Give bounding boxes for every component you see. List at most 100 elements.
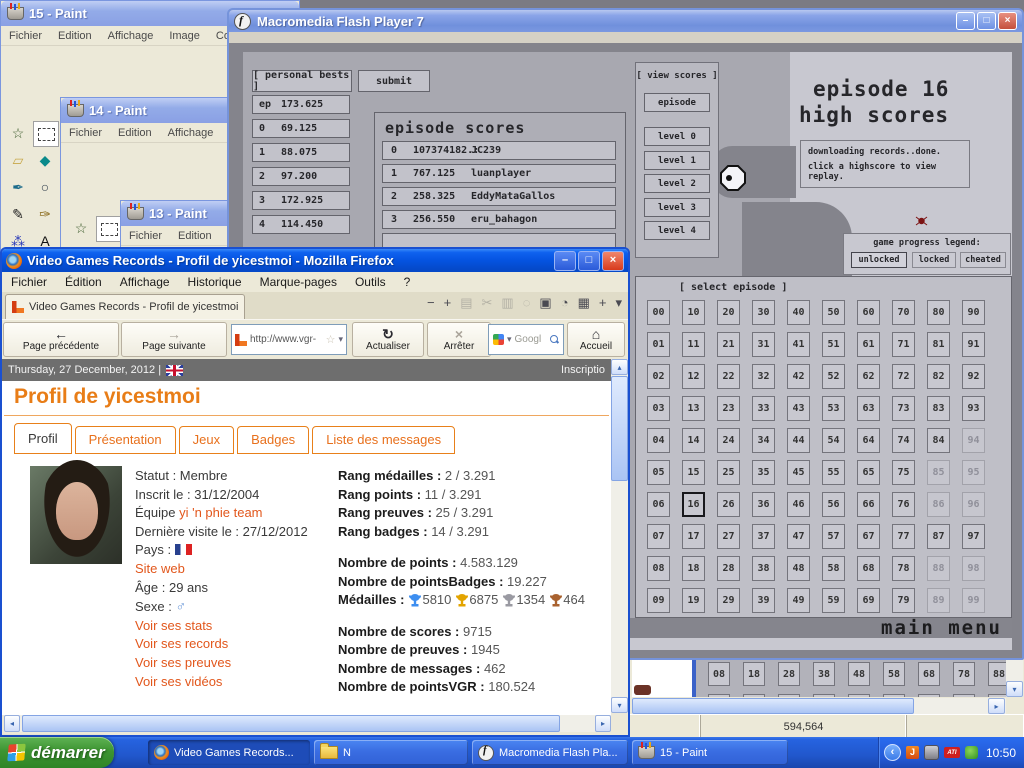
menu-item-edition[interactable]: Edition (110, 127, 160, 139)
menu-item-affichage[interactable]: Affichage (100, 30, 162, 42)
episode-button-09[interactable]: 09 (647, 588, 670, 613)
main-menu-button[interactable]: main menu (881, 617, 1002, 639)
episode-button-28[interactable]: 28 (717, 556, 740, 581)
episode-button-62[interactable]: 62 (857, 364, 880, 389)
taskbar-button-video-games-records-[interactable]: Video Games Records... (148, 740, 310, 765)
episode-button[interactable] (848, 694, 870, 697)
profile-link[interactable]: Voir ses vidéos (135, 674, 222, 689)
tab-badges[interactable]: Badges (237, 426, 309, 454)
profile-link[interactable]: yi 'n phie team (179, 505, 262, 520)
episode-button-68[interactable]: 68 (857, 556, 880, 581)
episode-button-83[interactable]: 83 (927, 396, 950, 421)
view-scores-button-episode[interactable]: episode (644, 93, 710, 112)
episode-button-27[interactable]: 27 (717, 524, 740, 549)
eraser-icon[interactable]: ▱ (6, 148, 30, 172)
rect-select-icon[interactable] (33, 121, 59, 147)
episode-button-25[interactable]: 25 (717, 460, 740, 485)
episode-button-30[interactable]: 30 (752, 300, 775, 325)
episode-button-47[interactable]: 47 (787, 524, 810, 549)
search-placeholder[interactable]: Googl (515, 334, 547, 345)
episode-button-54[interactable]: 54 (822, 428, 845, 453)
magnifier-icon[interactable]: ○ (33, 175, 57, 199)
episode-button-77[interactable]: 77 (892, 524, 915, 549)
episode-button-87[interactable]: 87 (927, 524, 950, 549)
scroll-left-icon[interactable]: ◂ (4, 715, 20, 732)
close-button[interactable]: × (998, 12, 1017, 30)
paste-icon[interactable]: ▤ (460, 296, 472, 309)
scroll-right-icon[interactable]: ▸ (988, 698, 1005, 714)
back-button[interactable]: ← Page précédente (3, 322, 119, 357)
episode-button-34[interactable]: 34 (752, 428, 775, 453)
episode-button-41[interactable]: 41 (787, 332, 810, 357)
profile-link[interactable]: Voir ses stats (135, 618, 212, 633)
search-icon[interactable] (550, 335, 559, 344)
tab-liste-des-messages[interactable]: Liste des messages (312, 426, 455, 454)
search-engine-dropdown-icon[interactable]: ▾ (507, 334, 512, 345)
menu-item-outils[interactable]: Outils (346, 275, 395, 289)
episode-button-05[interactable]: 05 (647, 460, 670, 485)
add-icon[interactable]: + (599, 296, 607, 309)
episode-button-66[interactable]: 66 (857, 492, 880, 517)
scrollbar-thumb[interactable] (611, 376, 628, 481)
episode-button-45[interactable]: 45 (787, 460, 810, 485)
episode-button-48[interactable]: 48 (787, 556, 810, 581)
episode-button-01[interactable]: 01 (647, 332, 670, 357)
episode-button-53[interactable]: 53 (822, 396, 845, 421)
episode-button-16[interactable]: 16 (682, 492, 705, 517)
episode-button-36[interactable]: 36 (752, 492, 775, 517)
episode-button[interactable] (918, 694, 940, 697)
episode-button-33[interactable]: 33 (752, 396, 775, 421)
menu-item-fichier[interactable]: Fichier (2, 275, 56, 289)
episode-button-08[interactable]: 08 (708, 662, 730, 686)
episode-button-71[interactable]: 71 (892, 332, 915, 357)
legend-cheated[interactable]: cheated (960, 252, 1006, 268)
legend-locked[interactable]: locked (912, 252, 956, 268)
flash-titlebar[interactable]: Macromedia Flash Player 7 – □ × (229, 10, 1022, 32)
browser-tab[interactable]: Video Games Records - Profil de yicestmo… (5, 294, 245, 319)
episode-button-39[interactable]: 39 (752, 588, 775, 613)
maximize-button[interactable]: □ (977, 12, 996, 30)
stop-button[interactable]: × Arrêter (427, 322, 491, 357)
episode-button-86[interactable]: 86 (927, 492, 950, 517)
episode-score-row[interactable]: 3256.550eru_bahagon (382, 210, 616, 229)
minimize-button[interactable]: – (956, 12, 975, 30)
episode-button-13[interactable]: 13 (682, 396, 705, 421)
episode-button-76[interactable]: 76 (892, 492, 915, 517)
episode-score-row[interactable]: 1767.125luanplayer (382, 164, 616, 183)
episode-button-38[interactable]: 38 (752, 556, 775, 581)
episode-button-42[interactable]: 42 (787, 364, 810, 389)
episode-button-82[interactable]: 82 (927, 364, 950, 389)
profile-link[interactable]: Voir ses records (135, 636, 228, 651)
utility-icon[interactable] (924, 745, 939, 760)
episode-button-14[interactable]: 14 (682, 428, 705, 453)
new-window-icon[interactable]: ▣ (539, 296, 551, 309)
bookmark-star-icon[interactable]: ☆ (326, 333, 336, 346)
episode-button-98[interactable]: 98 (962, 556, 985, 581)
menu-item-affichage[interactable]: Affichage (111, 275, 179, 289)
episode-button-37[interactable]: 37 (752, 524, 775, 549)
personal-best-row[interactable]: 188.075 (252, 143, 350, 162)
episode-button-02[interactable]: 02 (647, 364, 670, 389)
episode-button-43[interactable]: 43 (787, 396, 810, 421)
episode-button-38[interactable]: 38 (813, 662, 835, 686)
episode-button-18[interactable]: 18 (743, 662, 765, 686)
tab-pr-sentation[interactable]: Présentation (75, 426, 176, 454)
personal-best-row[interactable]: ep173.625 (252, 95, 350, 114)
episode-button-44[interactable]: 44 (787, 428, 810, 453)
episode-button-81[interactable]: 81 (927, 332, 950, 357)
scroll-up-icon[interactable]: ▴ (611, 359, 628, 375)
scrollbar-thumb[interactable] (632, 698, 914, 714)
episode-button-80[interactable]: 80 (927, 300, 950, 325)
cut-icon[interactable]: ✂ (481, 296, 492, 309)
site-inscription-link[interactable]: Inscriptio (561, 364, 605, 376)
episode-button-60[interactable]: 60 (857, 300, 880, 325)
episode-button-56[interactable]: 56 (822, 492, 845, 517)
episode-button-58[interactable]: 58 (822, 556, 845, 581)
menu-item-marque-pages[interactable]: Marque-pages (251, 275, 346, 289)
episode-button-40[interactable]: 40 (787, 300, 810, 325)
episode-button-20[interactable]: 20 (717, 300, 740, 325)
menu-item-image[interactable]: Image (161, 30, 208, 42)
spinner-icon[interactable]: ◌ (523, 296, 531, 309)
episode-button-03[interactable]: 03 (647, 396, 670, 421)
episode-button-11[interactable]: 11 (682, 332, 705, 357)
